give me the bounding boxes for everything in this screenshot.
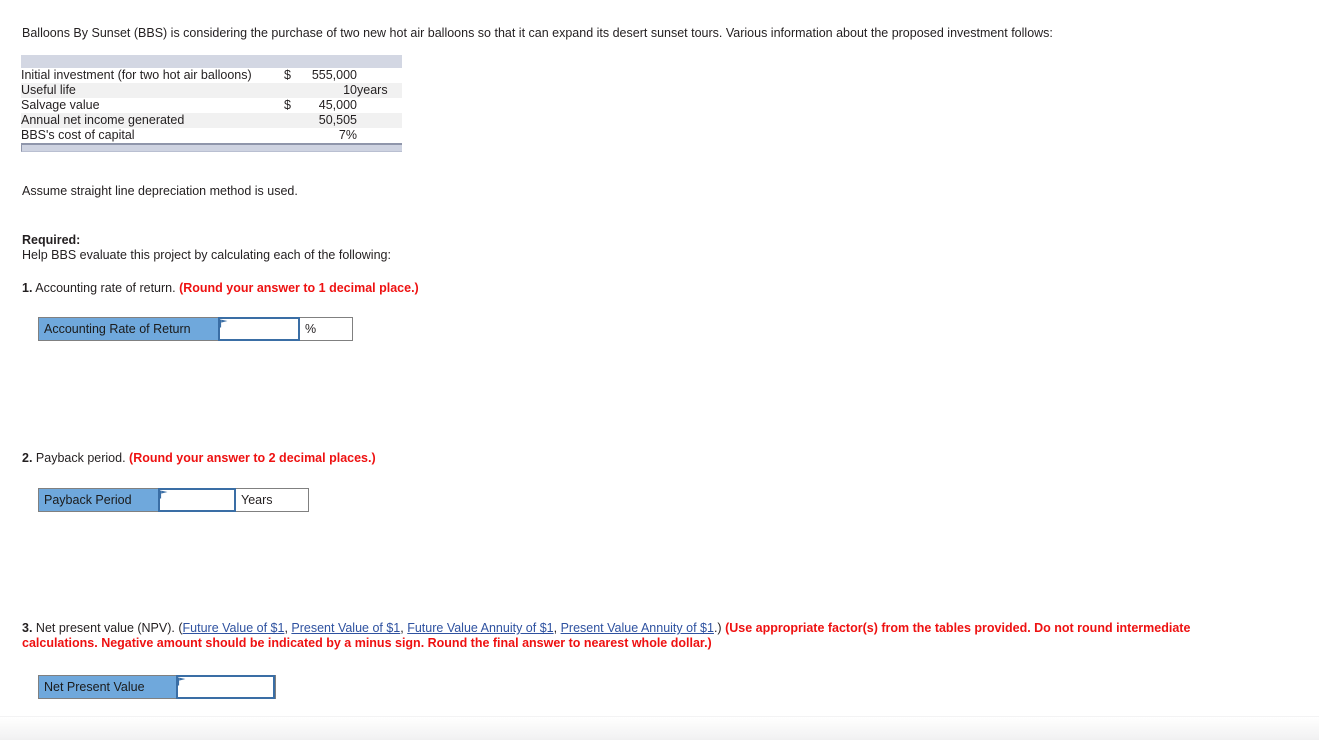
link-present-value-annuity-of-1[interactable]: Present Value Annuity of $1: [561, 621, 714, 635]
question-2-text: Payback period.: [35, 451, 126, 465]
link-future-value-annuity-of-1[interactable]: Future Value Annuity of $1: [407, 621, 553, 635]
facts-row-currency: [284, 128, 297, 143]
facts-row-currency: $: [284, 68, 297, 83]
question-1-number: 1.: [22, 281, 33, 295]
question-3-heading: 3. Net present value (NPV). (Future Valu…: [22, 621, 1262, 651]
facts-row-unit: [357, 113, 402, 128]
facts-row-unit: [357, 128, 402, 143]
question-3-close: .): [713, 621, 722, 635]
question-3-number: 3.: [22, 621, 33, 635]
accounting-rate-of-return-label: Accounting Rate of Return: [39, 318, 219, 340]
facts-row-label: Initial investment (for two hot air ball…: [21, 68, 284, 83]
question-2-heading: 2. Payback period. (Round your answer to…: [22, 450, 376, 466]
table-row: Useful life 10 years: [21, 83, 402, 98]
facts-row-unit: [357, 68, 402, 83]
facts-row-currency: $: [284, 98, 297, 113]
net-present-value-row: Net Present Value: [38, 675, 276, 699]
intro-paragraph: Balloons By Sunset (BBS) is considering …: [22, 26, 1053, 40]
facts-row-label: Annual net income generated: [21, 113, 284, 128]
facts-row-value: 10: [297, 83, 357, 98]
comment-flag-icon: [220, 319, 228, 328]
facts-row-value: 7%: [297, 128, 357, 143]
link-future-value-of-1[interactable]: Future Value of $1: [183, 621, 285, 635]
assumption-text: Assume straight line depreciation method…: [22, 184, 298, 198]
payback-period-row: Payback Period Years: [38, 488, 309, 512]
table-row: Initial investment (for two hot air ball…: [21, 68, 402, 83]
net-present-value-input[interactable]: [176, 675, 275, 699]
required-description: Help BBS evaluate this project by calcul…: [22, 248, 391, 262]
facts-table-header-bar: [21, 55, 402, 68]
facts-row-unit: years: [357, 83, 402, 98]
comment-flag-icon: [178, 677, 186, 686]
facts-table: Initial investment (for two hot air ball…: [21, 68, 402, 143]
worksheet-page: Balloons By Sunset (BBS) is considering …: [0, 0, 1319, 740]
payback-period-unit: Years: [235, 489, 308, 511]
link-present-value-of-1[interactable]: Present Value of $1: [291, 621, 400, 635]
accounting-rate-of-return-row: Accounting Rate of Return %: [38, 317, 353, 341]
facts-row-label: BBS's cost of capital: [21, 128, 284, 143]
facts-row-value: 50,505: [297, 113, 357, 128]
facts-row-currency: [284, 83, 297, 98]
question-3-text: Net present value (NPV). (: [35, 621, 183, 635]
question-1-text: Accounting rate of return.: [35, 281, 176, 295]
table-row: BBS's cost of capital 7%: [21, 128, 402, 143]
accounting-rate-of-return-input[interactable]: [218, 317, 300, 341]
net-present-value-label: Net Present Value: [39, 676, 177, 698]
facts-row-label: Salvage value: [21, 98, 284, 113]
table-row: Annual net income generated 50,505: [21, 113, 402, 128]
required-heading: Required:: [22, 233, 81, 247]
table-row: Salvage value $ 45,000: [21, 98, 402, 113]
question-2-instruction: (Round your answer to 2 decimal places.): [129, 451, 376, 465]
facts-row-label: Useful life: [21, 83, 284, 98]
facts-row-value: 555,000: [297, 68, 357, 83]
page-footer-strip: [0, 716, 1319, 740]
payback-period-input[interactable]: [158, 488, 236, 512]
facts-table-footer-bar: [21, 143, 402, 152]
question-1-heading: 1. Accounting rate of return. (Round you…: [22, 280, 419, 296]
payback-period-label: Payback Period: [39, 489, 159, 511]
facts-row-currency: [284, 113, 297, 128]
accounting-rate-of-return-unit: %: [299, 318, 352, 340]
facts-row-unit: [357, 98, 402, 113]
comment-flag-icon: [160, 490, 168, 499]
link-sep-3: ,: [553, 621, 561, 635]
question-2-number: 2.: [22, 451, 33, 465]
question-1-instruction: (Round your answer to 1 decimal place.): [179, 281, 419, 295]
investment-facts-table: Initial investment (for two hot air ball…: [21, 55, 402, 152]
facts-row-value: 45,000: [297, 98, 357, 113]
